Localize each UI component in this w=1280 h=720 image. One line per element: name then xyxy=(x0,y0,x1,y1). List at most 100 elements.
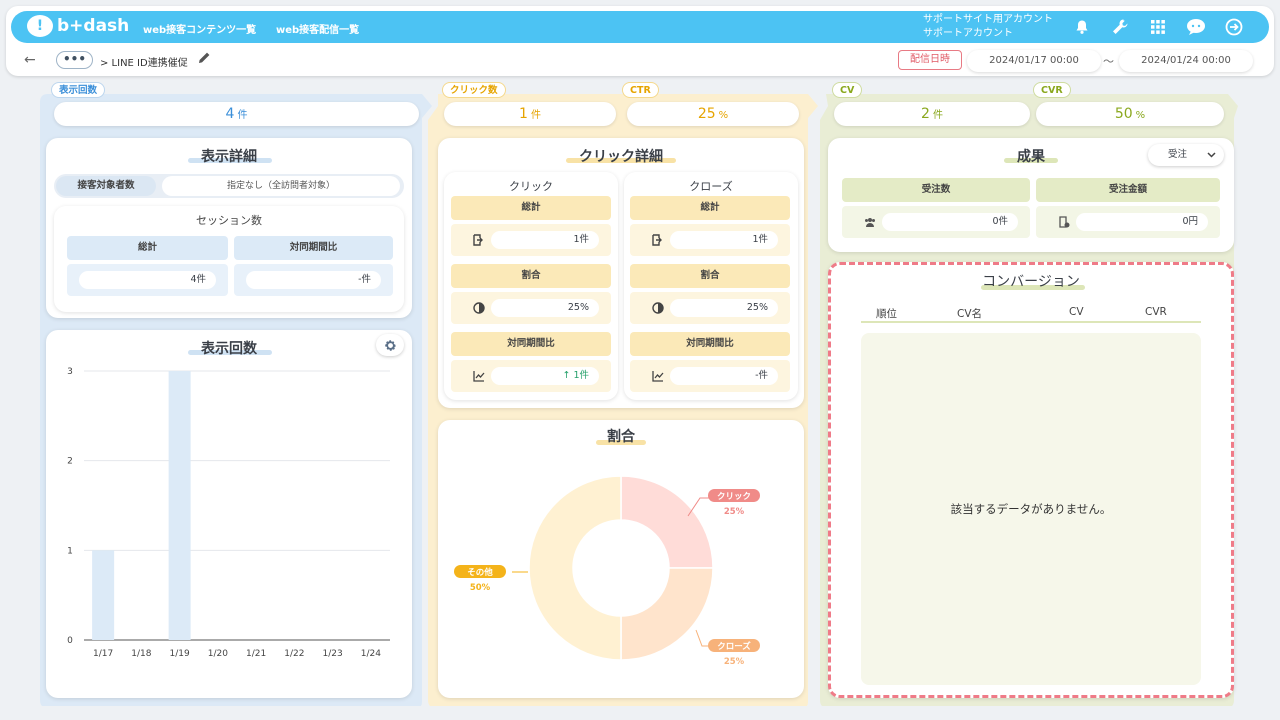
x-tick-label: 1/20 xyxy=(208,649,228,659)
col-cv-name: CV名 xyxy=(957,308,983,320)
date-to-field[interactable]: 2024/01/24 00:00 xyxy=(1119,50,1253,72)
click-compare-cell: ↑ 1件 xyxy=(451,360,611,392)
exit-icon xyxy=(473,234,483,246)
slice-value: 25% xyxy=(724,507,745,517)
x-tick-label: 1/18 xyxy=(131,649,151,659)
cv-tag: CV xyxy=(832,82,863,98)
nav-delivery-list[interactable]: web接客配信一覧 xyxy=(276,21,359,36)
slice-name: クローズ xyxy=(717,641,751,652)
results-select-value: 受注 xyxy=(1168,149,1188,160)
support-chat-icon[interactable] xyxy=(1185,16,1207,38)
ratio-donut-chart: クリック 25% クローズ 25% その他 50% xyxy=(454,475,760,667)
session-title: セッション数 xyxy=(196,214,262,227)
session-compare-value: -件 xyxy=(246,271,381,289)
apps-grid-icon[interactable] xyxy=(1147,16,1169,38)
orders-value: 0件 xyxy=(882,213,1018,231)
close-compare-header: 対同期間比 xyxy=(630,332,790,356)
x-tick-label: 1/22 xyxy=(284,649,304,659)
clicks-tag: クリック数 xyxy=(442,82,506,98)
cv-kpi: 2件 xyxy=(834,102,1030,126)
account-info[interactable]: サポートサイト用アカウント サポートアカウント xyxy=(923,13,1053,41)
line-chart-icon xyxy=(652,371,664,382)
pie-icon xyxy=(473,302,485,314)
close-ratio-header: 割合 xyxy=(630,264,790,288)
conversion-table-header: 順位 CV名 CV CVR xyxy=(861,303,1201,323)
click-detail-card: クリック詳細 クリック 総計 1件 割合 25% 対同期間比 ↑ 1件 クローズ… xyxy=(438,138,804,408)
click-compare-value: ↑ 1件 xyxy=(491,367,599,385)
amount-value: 0円 xyxy=(1076,213,1208,231)
cvr-kpi: 50% xyxy=(1036,102,1224,126)
close-total-header: 総計 xyxy=(630,196,790,220)
slice-name: クリック xyxy=(717,491,751,502)
back-arrow-icon[interactable]: ← xyxy=(24,52,36,68)
ctr-kpi: 25% xyxy=(627,102,799,126)
logout-icon[interactable] xyxy=(1223,16,1245,38)
impressions-value: 4 xyxy=(225,106,235,122)
display-detail-title: 表示詳細 xyxy=(201,149,257,165)
x-tick-label: 1/19 xyxy=(170,649,190,659)
conversion-card: コンバージョン 順位 CV名 CV CVR 該当するデータがありません。 xyxy=(828,262,1234,698)
impression-chart-title: 表示回数 xyxy=(201,341,257,357)
x-tick-label: 1/23 xyxy=(323,649,343,659)
y-tick-label: 3 xyxy=(67,367,73,377)
conversion-empty-text: 該当するデータがありません。 xyxy=(950,502,1112,516)
click-total-header: 総計 xyxy=(451,196,611,220)
cv-unit: 件 xyxy=(932,110,943,121)
cv-value: 2 xyxy=(921,106,930,122)
slice-name: その他 xyxy=(467,567,493,578)
close-total-cell: 1件 xyxy=(630,224,790,256)
pie-icon xyxy=(652,302,664,314)
donut-slice xyxy=(620,567,714,661)
orders-cell: 0件 xyxy=(842,206,1030,238)
donut-slice xyxy=(620,475,714,569)
click-subcard: クリック 総計 1件 割合 25% 対同期間比 ↑ 1件 xyxy=(444,172,618,400)
logo[interactable]: ! b+dash xyxy=(27,15,129,37)
target-row: 接客対象者数 指定なし（全訪問者対象） xyxy=(54,174,404,198)
col-cv: CV xyxy=(1069,306,1084,318)
account-role: サポートアカウント xyxy=(923,28,1013,39)
bell-icon[interactable] xyxy=(1071,16,1093,38)
close-ratio-value: 25% xyxy=(670,299,778,317)
ctr-value: 25 xyxy=(697,106,716,122)
click-compare-header: 対同期間比 xyxy=(451,332,611,356)
session-compare-cell: -件 xyxy=(234,264,393,296)
results-select[interactable]: 受注 xyxy=(1148,144,1224,166)
impressions-kpi: 4件 xyxy=(54,102,419,126)
session-compare-header: 対同期間比 xyxy=(234,236,393,260)
wrench-icon[interactable] xyxy=(1109,16,1131,38)
impressions-unit: 件 xyxy=(237,110,248,121)
results-card: 成果 受注 受注数 受注金額 0件 0円 xyxy=(828,138,1234,252)
date-from-field[interactable]: 2024/01/17 00:00 xyxy=(967,50,1101,72)
cvr-value: 50 xyxy=(1114,106,1133,122)
session-total-header: 総計 xyxy=(67,236,228,260)
click-ratio-cell: 25% xyxy=(451,292,611,324)
more-menu-button[interactable]: ••• xyxy=(56,51,93,69)
clicks-value: 1 xyxy=(519,106,528,122)
ctr-tag: CTR xyxy=(622,82,659,98)
click-total-value: 1件 xyxy=(491,231,599,249)
click-ratio-header: 割合 xyxy=(451,264,611,288)
target-label: 接客対象者数 xyxy=(56,176,156,196)
date-range-separator: 〜 xyxy=(1103,55,1114,68)
col-rank: 順位 xyxy=(876,308,897,320)
ctr-unit: % xyxy=(718,110,729,121)
impression-bar-chart: 0 1 2 3 1/17 1/18 1/19 1/20 1/21 1/22 1/23 1/24 xyxy=(67,367,390,659)
date-label-badge: 配信日時 xyxy=(898,50,962,70)
edit-pencil-icon[interactable] xyxy=(198,51,211,67)
click-ratio-value: 25% xyxy=(491,299,599,317)
y-tick-label: 2 xyxy=(67,457,73,467)
impressions-tag: 表示回数 xyxy=(51,82,106,98)
impression-chart-card: 表示回数 0 1 2 3 1/17 1/18 1/19 1/20 1/21 1/22 1/23 1/2… xyxy=(46,330,412,698)
close-subcard: クローズ 総計 1件 割合 25% 対同期間比 -件 xyxy=(624,172,798,400)
donut-slice xyxy=(528,475,622,661)
logo-text: b+dash xyxy=(57,16,130,36)
x-tick-label: 1/21 xyxy=(246,649,266,659)
gear-icon[interactable] xyxy=(376,334,404,356)
session-card: セッション数 総計 対同期間比 4件 -件 xyxy=(54,206,404,312)
display-detail-card: 表示詳細 接客対象者数 指定なし（全訪問者対象） セッション数 総計 対同期間比… xyxy=(46,138,412,318)
nav-content-list[interactable]: web接客コンテンツ一覧 xyxy=(143,21,256,36)
click-detail-title: クリック詳細 xyxy=(579,149,663,165)
exit-icon xyxy=(652,234,662,246)
click-total-cell: 1件 xyxy=(451,224,611,256)
amount-cell: 0円 xyxy=(1036,206,1220,238)
